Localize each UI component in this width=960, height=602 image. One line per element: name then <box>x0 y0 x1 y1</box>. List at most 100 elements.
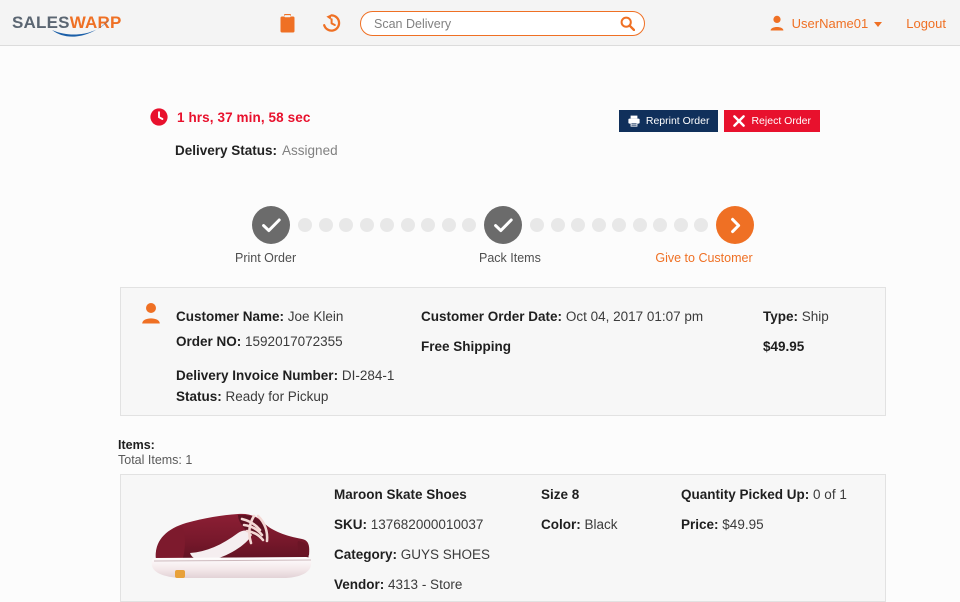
item-price-row: Price: $49.95 <box>681 516 764 533</box>
step-label-give-to-customer: Give to Customer <box>655 251 752 265</box>
status-label: Status: <box>176 389 222 404</box>
order-total-value: $49.95 <box>763 339 804 354</box>
search-icon[interactable] <box>610 12 644 35</box>
delivery-status-value: Assigned <box>282 143 338 158</box>
stepper-dot <box>339 218 353 232</box>
item-vendor-value: 4313 - Store <box>388 577 462 592</box>
reprint-order-label: Reprint Order <box>646 115 710 127</box>
product-image-maroon-skate-shoe[interactable] <box>146 495 316 585</box>
person-icon <box>140 302 162 324</box>
reprint-order-button[interactable]: Reprint Order <box>619 110 719 132</box>
reject-order-label: Reject Order <box>751 115 811 127</box>
stepper-track <box>252 206 754 244</box>
user-menu-button[interactable]: UserName01 <box>769 15 883 31</box>
reject-order-button[interactable]: Reject Order <box>724 110 820 132</box>
step-label-print-order: Print Order <box>235 251 296 265</box>
stepper-dot <box>360 218 374 232</box>
status-row: Status: Ready for Pickup <box>176 388 328 405</box>
timer-text: 1 hrs, 37 min, 58 sec <box>177 110 310 125</box>
order-date-label: Customer Order Date: <box>421 309 562 324</box>
logo-text-sales: SALES <box>12 13 70 32</box>
shipping-row: Free Shipping <box>421 338 511 355</box>
type-row: Type: Ship <box>763 308 829 325</box>
stepper-dot <box>571 218 585 232</box>
status-value: Ready for Pickup <box>226 389 329 404</box>
order-date-value: Oct 04, 2017 01:07 pm <box>566 309 703 324</box>
order-no-label: Order NO: <box>176 334 241 349</box>
stepper-dot <box>551 218 565 232</box>
stepper-dot <box>421 218 435 232</box>
customer-name-value: Joe Klein <box>288 309 344 324</box>
item-title-row: Maroon Skate Shoes <box>334 486 467 503</box>
stepper-dot <box>674 218 688 232</box>
stepper-dot <box>653 218 667 232</box>
close-icon <box>733 115 745 127</box>
step-label-pack-items: Pack Items <box>479 251 541 265</box>
elapsed-timer: 1 hrs, 37 min, 58 sec <box>150 108 310 126</box>
chevron-down-icon <box>874 22 882 27</box>
chevron-right-icon <box>727 217 744 234</box>
top-header-bar: SALESWARP <box>0 0 960 46</box>
step-node-give-to-customer[interactable] <box>716 206 754 244</box>
stepper-dot <box>319 218 333 232</box>
clipboard-icon[interactable] <box>276 11 298 35</box>
items-label: Items: <box>118 438 192 453</box>
customer-name-row: Customer Name: Joe Klein <box>176 308 343 325</box>
search-input[interactable] <box>361 12 610 35</box>
item-color-row: Color: Black <box>541 516 618 533</box>
item-category-value: GUYS SHOES <box>401 547 490 562</box>
order-progress-stepper: Print Order Pack Items Give to Customer <box>252 206 780 276</box>
check-icon <box>262 218 281 233</box>
check-icon <box>494 218 513 233</box>
stepper-dot <box>298 218 312 232</box>
stepper-dot <box>694 218 708 232</box>
stepper-dot <box>442 218 456 232</box>
total-items-label: Total Items: 1 <box>118 453 192 468</box>
item-row-card: Maroon Skate Shoes SKU: 137682000010037 … <box>120 474 886 602</box>
item-title: Maroon Skate Shoes <box>334 487 467 502</box>
header-user-area: UserName01 Logout <box>769 0 946 46</box>
item-quantity-label: Quantity Picked Up: <box>681 487 809 502</box>
logout-link[interactable]: Logout <box>906 16 946 31</box>
item-quantity-value: 0 of 1 <box>813 487 847 502</box>
item-quantity-row: Quantity Picked Up: 0 of 1 <box>681 486 847 503</box>
stepper-dot <box>633 218 647 232</box>
printer-icon <box>628 115 640 127</box>
item-vendor-label: Vendor: <box>334 577 384 592</box>
customer-name-label: Customer Name: <box>176 309 284 324</box>
order-total-row: $49.95 <box>763 338 804 355</box>
header-icon-group <box>276 11 342 35</box>
type-value: Ship <box>802 309 829 324</box>
history-icon[interactable] <box>320 11 342 35</box>
item-category-label: Category: <box>334 547 397 562</box>
customer-info-card: Customer Name: Joe Klein Order NO: 15920… <box>120 287 886 416</box>
stepper-dot <box>612 218 626 232</box>
saleswarp-logo[interactable]: SALESWARP <box>12 11 142 37</box>
stepper-dots-segment-2 <box>522 218 716 232</box>
stepper-dots-segment-1 <box>290 218 484 232</box>
invoice-number-label: Delivery Invoice Number: <box>176 368 338 383</box>
item-size-row: Size 8 <box>541 486 579 503</box>
item-vendor-row: Vendor: 4313 - Store <box>334 576 462 593</box>
step-node-pack-items[interactable] <box>484 206 522 244</box>
items-section-heading: Items: Total Items: 1 <box>118 438 192 468</box>
step-node-print-order[interactable] <box>252 206 290 244</box>
scan-delivery-search[interactable] <box>360 11 645 36</box>
delivery-status-label: Delivery Status: <box>175 143 277 158</box>
item-price-value: $49.95 <box>722 517 763 532</box>
user-name-label: UserName01 <box>792 16 869 31</box>
stepper-dot <box>530 218 544 232</box>
avatar-icon <box>769 15 785 31</box>
order-date-row: Customer Order Date: Oct 04, 2017 01:07 … <box>421 308 703 325</box>
shipping-label: Free Shipping <box>421 339 511 354</box>
order-action-buttons: Reprint Order Reject Order <box>619 110 820 132</box>
stepper-dot <box>592 218 606 232</box>
logo-text-warp: WARP <box>70 13 122 32</box>
order-no-row: Order NO: 1592017072355 <box>176 333 343 350</box>
delivery-status-row: Delivery Status: Assigned <box>175 143 338 158</box>
item-sku-label: SKU: <box>334 517 367 532</box>
stepper-dot <box>462 218 476 232</box>
item-category-row: Category: GUYS SHOES <box>334 546 490 563</box>
stepper-dot <box>401 218 415 232</box>
invoice-number-value: DI-284-1 <box>342 368 395 383</box>
